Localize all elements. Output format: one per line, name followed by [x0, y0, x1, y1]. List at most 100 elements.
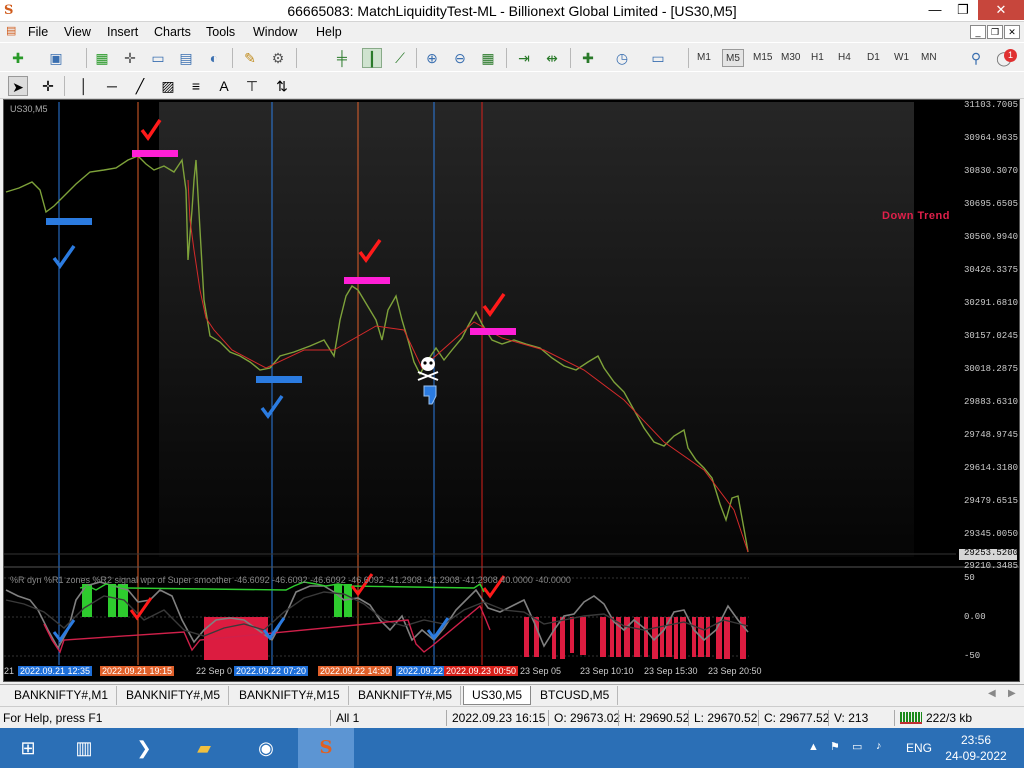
time-marker-3: 2022.09.22 07:20	[234, 666, 309, 676]
chrome-icon[interactable]: ◉	[238, 728, 294, 768]
tab-banknifty-m1[interactable]: BANKNIFTY#,M1	[6, 686, 118, 705]
zoom-in-icon[interactable]: ⊕	[422, 48, 442, 68]
periods-icon[interactable]: ◷	[612, 48, 632, 68]
line-chart-icon[interactable]: ⟋	[390, 48, 410, 68]
clock-date: 24-09-2022	[945, 749, 1007, 763]
tab-us30-m5[interactable]: US30,M5	[463, 686, 532, 705]
price-tick: 30695.6505	[964, 199, 1019, 209]
menu-view[interactable]: View	[64, 25, 91, 39]
crosshair-icon[interactable]: ✛	[38, 76, 58, 96]
menu-file[interactable]: File	[28, 25, 48, 39]
time-marker-5: 2022.09.22	[396, 666, 446, 676]
terminal-icon[interactable]: ▤	[176, 48, 196, 68]
time-axis: 21 2022.09.21 12:35 2022.09.21 19:15 22 …	[4, 666, 1019, 679]
tf-w1[interactable]: W1	[891, 49, 912, 67]
metaeditor-icon[interactable]: ✎	[240, 48, 260, 68]
close-button[interactable]: ✕	[978, 0, 1024, 20]
search-icon[interactable]: ⚲	[966, 48, 986, 68]
time-tick: 21	[4, 666, 15, 676]
menu-insert[interactable]: Insert	[107, 25, 138, 39]
candlestick-icon[interactable]: ┃	[362, 48, 382, 68]
bar-chart-icon[interactable]: ╪	[332, 48, 352, 68]
chart-symbol-label: US30,M5	[10, 104, 48, 114]
horizontal-line-icon[interactable]: ─	[102, 76, 122, 96]
server-manager-icon[interactable]: ▥	[56, 728, 112, 768]
tray-monitor-icon[interactable]: ▭	[852, 740, 862, 753]
minimize-button[interactable]: —	[920, 0, 950, 20]
tile-windows-icon[interactable]: ▦	[478, 48, 498, 68]
chart-shift-icon[interactable]: ⇹	[542, 48, 562, 68]
trading-terminal-task-icon[interactable]: S	[298, 728, 354, 768]
tray-clock[interactable]: 23:56 24-09-2022	[936, 732, 1016, 764]
autotrading-icon[interactable]: ⚙	[268, 48, 288, 68]
indicator-tick: -50	[964, 651, 981, 661]
tf-h4[interactable]: H4	[835, 49, 854, 67]
indicator-header: %R dyn %R1 zones %R2 signal wpr of Super…	[10, 575, 571, 585]
autoscroll-icon[interactable]: ⇥	[514, 48, 534, 68]
tray-network-flag-icon[interactable]: ⚑	[830, 740, 840, 753]
support-zone-2	[256, 376, 302, 383]
indicators-icon[interactable]: ✚	[578, 48, 598, 68]
status-help: For Help, press F1	[3, 711, 103, 725]
text-tool-icon[interactable]: A	[214, 76, 234, 96]
text-label-icon[interactable]: ⊤	[242, 76, 262, 96]
tf-m30[interactable]: M30	[778, 49, 803, 67]
time-tick: 23 Sep 20:50	[708, 666, 762, 676]
main-toolbar: ✚ ▣ ▦ ✛ ▭ ▤ ◐ ✎ ⚙ ╪ ┃ ⟋ ⊕ ⊖ ▦ ⇥ ⇹ ✚ ◷ ▭ …	[0, 42, 1024, 72]
price-tick: 30830.3070	[964, 166, 1019, 176]
mdi-restore-button[interactable]: ❐	[987, 25, 1003, 39]
menu-charts[interactable]: Charts	[154, 25, 191, 39]
tab-banknifty-m5-2[interactable]: BANKNIFTY#,M5	[350, 686, 462, 705]
profiles-icon[interactable]: ▣	[46, 48, 66, 68]
mdi-minimize-button[interactable]: _	[970, 25, 986, 39]
arrows-icon[interactable]: ⇅	[272, 76, 292, 96]
tab-scroll-right-icon[interactable]: ▶	[1008, 688, 1016, 699]
menu-tools[interactable]: Tools	[206, 25, 235, 39]
tf-m5[interactable]: M5	[722, 49, 744, 67]
tf-mn[interactable]: MN	[918, 49, 940, 67]
maximize-button[interactable]: ❐	[948, 0, 978, 20]
cursor-icon[interactable]: ➤	[8, 76, 28, 96]
market-watch-icon[interactable]: ▦	[92, 48, 112, 68]
menu-window[interactable]: Window	[253, 25, 297, 39]
time-tick: 23 Sep 05	[520, 666, 562, 676]
zoom-out-icon[interactable]: ⊖	[450, 48, 470, 68]
price-tick: 29345.0050	[964, 529, 1019, 539]
equidistant-channel-icon[interactable]: ▨	[158, 76, 178, 96]
tf-d1[interactable]: D1	[864, 49, 883, 67]
vertical-line-icon[interactable]: │	[74, 76, 94, 96]
file-explorer-icon[interactable]: ▰	[176, 728, 232, 768]
price-tick: 29479.6515	[964, 496, 1019, 506]
tf-m15[interactable]: M15	[750, 49, 775, 67]
tf-m1[interactable]: M1	[694, 49, 714, 67]
tab-banknifty-m15[interactable]: BANKNIFTY#,M15	[231, 686, 349, 705]
templates-icon[interactable]: ▭	[648, 48, 668, 68]
indicator-tick: 0.00	[964, 612, 986, 622]
new-chart-icon[interactable]: ✚	[8, 48, 28, 68]
tf-h1[interactable]: H1	[808, 49, 827, 67]
chart-window[interactable]: US30,M5 Down Trend 31103.7005 30964.9635…	[3, 99, 1020, 682]
menu-help[interactable]: Help	[316, 25, 342, 39]
strategy-tester-icon[interactable]: ◐	[204, 48, 224, 68]
tray-expand-icon[interactable]: ▲	[808, 741, 819, 753]
current-price-tag: 29253.5200	[964, 548, 1019, 558]
mdi-close-button[interactable]: ✕	[1004, 25, 1020, 39]
status-profile[interactable]: All 1	[336, 711, 359, 725]
tab-banknifty-m5[interactable]: BANKNIFTY#,M5	[118, 686, 230, 705]
resistance-zone-2	[344, 277, 390, 284]
trendline-icon[interactable]: ╱	[130, 76, 150, 96]
price-tick: 30426.3375	[964, 265, 1019, 275]
price-tick: 31103.7005	[964, 100, 1019, 110]
tab-scroll-left-icon[interactable]: ◀	[988, 688, 996, 699]
fibonacci-icon[interactable]: ≡	[186, 76, 206, 96]
crosshair-navigator-icon[interactable]: ✛	[120, 48, 140, 68]
tray-language[interactable]: ENG	[906, 741, 932, 755]
data-window-icon[interactable]: ▭	[148, 48, 168, 68]
time-tick: 22 Sep 0	[196, 666, 233, 676]
chart-canvas[interactable]	[4, 100, 1019, 681]
tab-btcusd-m5[interactable]: BTCUSD,M5	[532, 686, 619, 705]
price-tick: 30291.6810	[964, 298, 1019, 308]
tray-volume-icon[interactable]: ♪	[876, 740, 882, 752]
powershell-icon[interactable]: ❯	[116, 728, 172, 768]
start-button-icon[interactable]: ⊞	[0, 728, 56, 768]
